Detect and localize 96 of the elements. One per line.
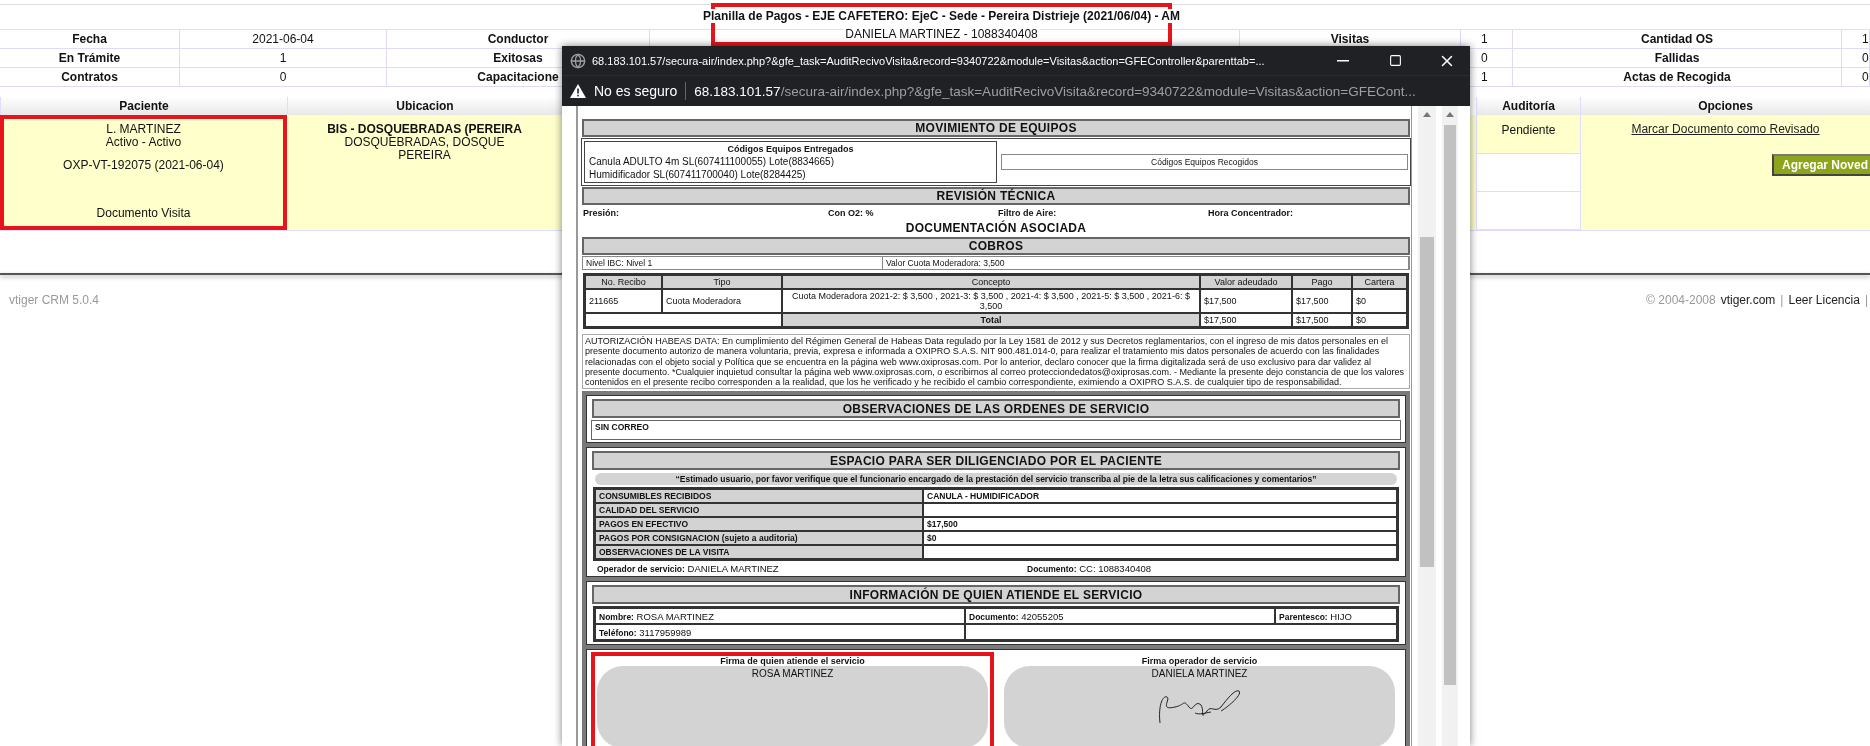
operator-field: Documento: CC: 1088340408 [1027,563,1395,575]
info-cell: Valor Cuota Moderadora: 3,500 [883,257,1409,269]
row-value: CANULA - HUMIDIFICADOR [923,489,1397,504]
table-cell: $17,500 [1200,289,1292,313]
column-header: Ubicacion [287,97,562,115]
table-cell: $17,500 [1200,313,1292,327]
table-cell: $17,500 [1292,289,1352,313]
audit-status: Pendiente [1477,115,1580,154]
signature-pad[interactable]: DANIELA MARTINEZ [1004,666,1395,746]
column-header: Concepto [782,275,1200,289]
field-label: Con O2: % [828,208,875,218]
row-label: CALIDAD DEL SERVICIO [595,503,923,518]
collected-field: Códigos Equipos Recogidos [1001,154,1408,170]
section-header: OBSERVACIONES DE LAS ORDENES DE SERVICIO [592,399,1400,419]
footer-link[interactable]: Leer Licencia [1788,293,1860,307]
summary-label: Conductor [487,32,549,46]
patient-status: Activo - Activo [105,136,182,149]
table-cell: Cuota Moderadora [662,289,782,313]
summary-label: Exitosas [493,51,543,65]
location-text: PEREIRA [398,149,451,162]
document-label: Documento Visita [96,207,191,220]
attendant-field: Teléfono: 3117959989 [599,627,692,638]
operator-field: Operador de servicio: DANIELA MARTINEZ [597,563,1027,575]
signature-label: Firma de quien atiende el servicio [720,656,865,667]
summary-label: Fallidas [1654,51,1700,65]
patient-name: L. MARTINEZ [106,123,181,136]
review-link[interactable]: Marcar Documento como Revisado [1631,122,1820,136]
column-header: Valor adeudado [1200,275,1292,289]
window-title: 68.183.101.57/secura-air/index.php?&gfe_task=AuditRecivoVisita&record=9340722&module=Visitas&action=GFEController&parenttab=... [592,54,1266,67]
summary-value: 1 [1862,32,1869,46]
note-text: “Estimado usuario, por favor verifique que el funcionario encargado de la prestación del servicio transcriba al pie de la letra sus calificaciones y comentarios” [595,473,1397,486]
signer-name: ROSA MARTINEZ [751,668,834,680]
row-label: OBSERVACIONES DE LA VISITA [595,545,923,560]
separator: | [1864,293,1868,307]
section-header: INFORMACIÓN DE QUIEN ATIENDE EL SERVICIO [592,585,1400,605]
summary-label: Cantidad OS [1641,32,1713,46]
section-header: REVISIÓN TÉCNICA [582,187,1410,205]
column-header: Pago [1292,275,1352,289]
summary-value: 0 [279,70,287,84]
equipment-text: Humidificador SL(607411700040) Lote(8284425) [589,169,807,180]
location-text: DOSQUEBRADAS, DOSQUE [344,136,505,149]
signer-name: DANIELA MARTINEZ [1151,668,1248,680]
table-cell: $17,500 [1292,313,1352,327]
delivered-heading: Códigos Equipos Entregados [726,144,855,154]
equipment-text: Canula ADULTO 4m SL(607411100055) Lote(8834665) [589,156,835,167]
row-label: CONSUMIBLES RECIBIDOS [595,489,923,504]
column-header: Paciente [0,97,287,115]
observations-field: SIN CORREO [591,420,1401,441]
signature-label: Firma operador de servicio [1141,656,1258,667]
separator: | [1780,293,1784,307]
visit-code: OXP-VT-192075 (2021-06-04) [63,159,224,172]
report-title: Planilla de Pagos - EJE CAFETERO: EjeC - Sede - Pereira Distrieje (2021/06/04) - AM [700,9,1183,23]
row-value: $17,500 [923,517,1397,532]
summary-value: 2021-06-04 [252,32,314,46]
summary-label: Capacitacione [477,70,559,84]
summary-value: 1 [1481,70,1488,84]
attendant-field: Documento: 42055205 [969,611,1064,622]
row-label: PAGOS EN EFECTIVO [595,517,923,532]
summary-value: 0 [1481,51,1488,65]
section-header: MOVIMIENTO DE EQUIPOS [582,119,1410,137]
section-header: COBROS [582,237,1410,255]
summary-label: Fecha [72,32,107,46]
summary-label: En Trámite [58,51,121,65]
signature-pad[interactable]: ROSA MARTINEZ [597,666,988,746]
copyright-text: © 2004-2008 [1646,293,1716,307]
section-header: ESPACIO PARA SER DILIGENCIADO POR EL PACIENTE [592,451,1400,471]
summary-value: 1 [1481,32,1488,46]
column-header: Cartera [1352,275,1407,289]
footer-link[interactable]: vtiger.com [1720,293,1776,307]
summary-value: 0 [1862,70,1869,84]
table-cell: $0 [1352,289,1407,313]
table-cell: $0 [1352,313,1407,327]
column-header: Opciones [1580,97,1870,115]
security-label[interactable]: No es seguro [594,83,678,99]
url-text[interactable]: 68.183.101.57/secura-air/index.php?&gfe_task=AuditRecivoVisita&record=9340722&module=Visitas&action=GFECont... [694,83,1416,99]
row-value: $0 [923,531,1397,546]
field-label: Filtro de Aire: [998,208,1058,218]
row-label: PAGOS POR CONSIGNACION (sujeto a auditoria) [595,531,923,546]
field-label: Hora Concentrador: [1208,208,1294,218]
summary-label: Actas de Recogida [1623,70,1731,84]
table-cell: 211665 [585,289,662,313]
location-text: BIS - DOSQUEBRADAS (PEREIRA [327,123,522,136]
summary-label: Visitas [1330,32,1370,46]
summary-value: 1 [279,51,287,65]
habeas-data-text: AUTORIZACIÓN HABEAS DATA: En cumplimiento del Régimen General de Habeas Data regulado por la Ley 1581 de 2012 y sus Decretos reglamentarios, con el ingreso de mis datos personales en el presente documento autorizo de manera voluntaria, previa, expresa e informada a OXIPRO S.A.S. NIT 900.481.014-0, para realizar el tratamiento mis datos personales de acuerdo con las finalidades relacionadas con el objeto social y Política que se encuentra en la página web www.oxiprosas.com. Por lo anterior, declaro conocer que la firma digitalizada será de uso exclusivo para dar validez al presente documento. *Cualquier inquietud consultar la página web www.oxiprosas.com, o escribirnos al correo protecciondedatos@oxiprosas.com. - Mediante la presente dejo constancia de que los valores contenidos en el presente recibo corresponden a la realidad, que los he verificado y he recibido el cambio correspondiente, eximiendo a OXIPRO S.A.S. de cualquier tipo de responsabilidad. [582,334,1410,390]
summary-label: Contratos [61,70,118,84]
total-label: Total [782,313,1200,327]
version-text: vtiger CRM 5.0.4 [9,293,100,307]
column-header: No. Recibo [585,275,662,289]
table-cell: Cuota Moderadora 2021-2: $ 3,500 , 2021-3: $ 3,500 , 2021-4: $ 3,500 , 2021-5: $ 3,500 , 2021-6: $ 3,500 [782,289,1200,313]
info-cell: Nivel IBC: Nivel 1 [583,257,883,269]
field-label: Presión: [583,208,620,218]
column-header: Auditoría [1476,97,1580,115]
column-header: Tipo [662,275,782,289]
summary-value: 0 [1862,51,1869,65]
report-subtitle: DANIELA MARTINEZ - 1088340408 [843,27,1040,41]
